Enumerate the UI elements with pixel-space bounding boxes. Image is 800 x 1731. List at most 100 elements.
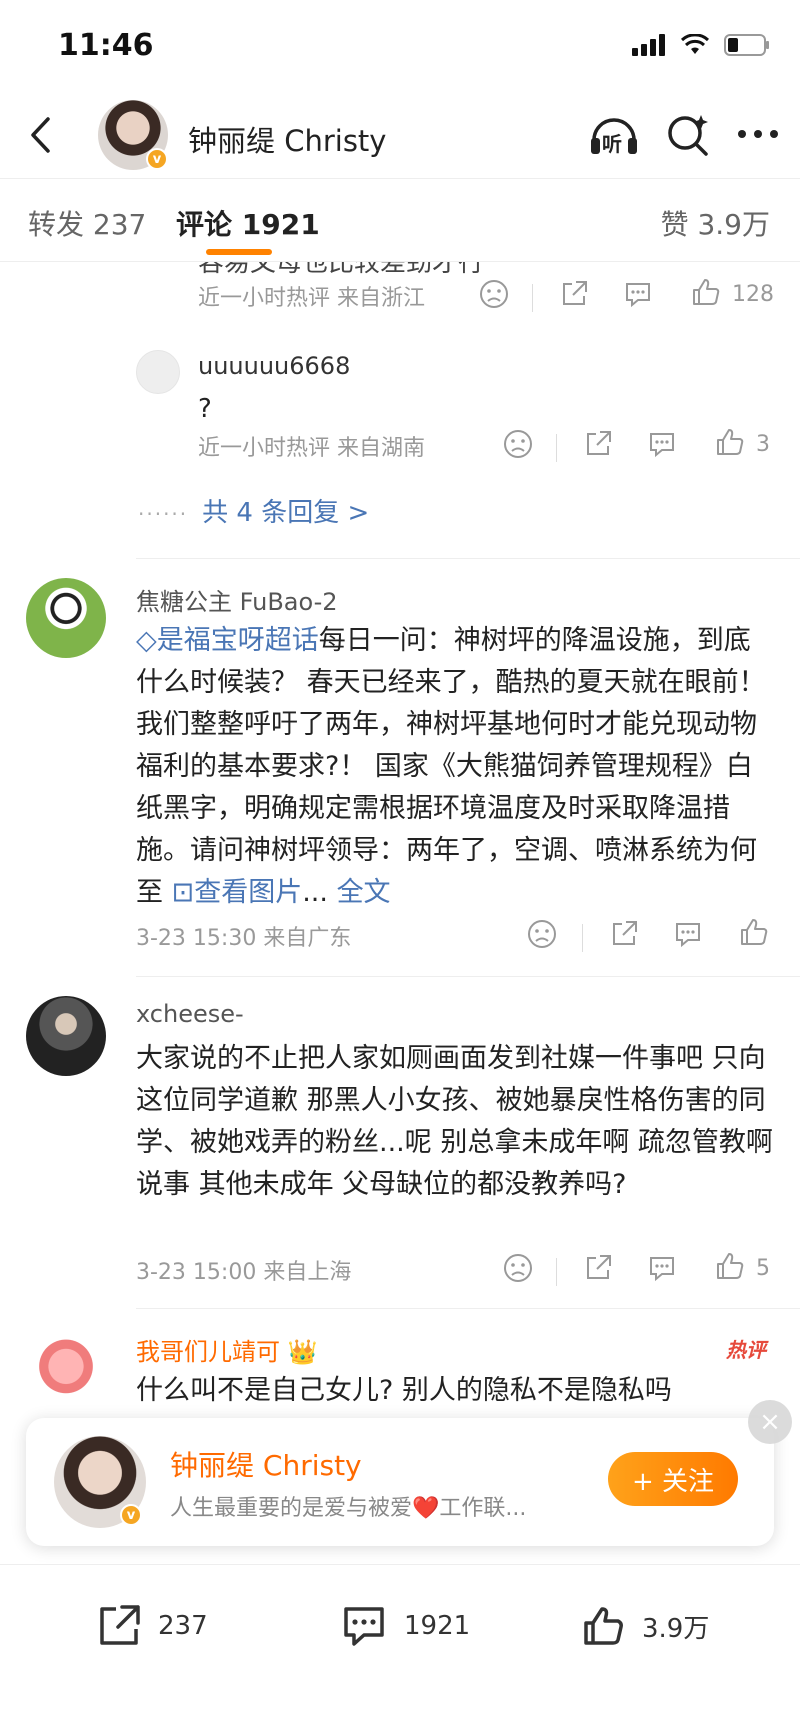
repost-icon [100,1605,140,1645]
ellipsis: ... [302,877,337,908]
like-button[interactable] [714,1250,746,1282]
like-button[interactable]: 3.9万 [580,1603,709,1649]
dislike-button[interactable] [502,428,534,460]
reply-button[interactable] [622,278,654,310]
more-replies-link[interactable]: ······ 共 4 条回复 > [138,492,369,529]
sad-face-icon [504,1254,532,1282]
reply-text: ? [198,394,212,424]
top-nav: v 钟丽缇 Christy 听 [0,96,800,178]
commenter-name[interactable]: 我哥们儿靖可 👑 [136,1332,318,1367]
heart-icon: ❤️ [412,1496,440,1521]
like-button[interactable] [738,916,770,948]
comment-list: 容易父母也比较差劲才行 近一小时热评 来自浙江 128 uuuuuu6668 ?… [0,262,800,1562]
comment-body: 每日一问：神树坪的降温设施，到底什么时候装？ 春天已经来了，酷热的夏天就在眼前！… [136,625,766,908]
comment-meta: 3-23 15:00 来自上海 [136,1250,351,1290]
commenter-name-label: 我哥们儿靖可 [136,1338,280,1366]
diamond-icon: ◇ [136,625,157,656]
sad-face-icon [504,430,532,458]
author-name[interactable]: 钟丽缇 Christy [188,118,386,160]
sad-face-icon [528,920,556,948]
listen-button[interactable]: 听 [588,110,640,158]
divider [136,1308,800,1309]
divider [582,924,583,952]
reply-button[interactable] [646,428,678,460]
full-text-link[interactable]: 全文 [337,877,391,908]
tab-bar: 转发 237 评论 1921 赞 3.9万 [0,178,800,262]
status-icons [632,34,770,56]
like-button[interactable] [690,276,722,308]
search-sparkle-icon[interactable] [666,112,710,156]
reply-button[interactable] [646,1252,678,1284]
thumbs-up-icon [717,1253,744,1279]
share-button[interactable] [558,278,590,310]
bio-text-more: 工作联... [439,1496,527,1521]
tab-comment[interactable]: 评论 1921 [176,203,320,243]
share-button[interactable] [608,918,640,950]
dislike-button[interactable] [526,918,558,950]
comment-button[interactable]: 1921 [340,1603,470,1649]
signal-icon [632,34,665,56]
comment-meta-text: 3-23 15:00 来自上海 [136,1260,352,1285]
follow-card: v 钟丽缇 Christy 人生最重要的是爱与被爱❤️工作联... + 关注 × [26,1400,792,1546]
wifi-icon [680,34,710,54]
tab-like[interactable]: 赞 3.9万 [661,203,770,243]
commenter-avatar[interactable] [26,1328,106,1408]
repost-count: 237 [158,1611,208,1641]
like-count: 3.9万 [642,1613,710,1644]
divider [136,558,800,559]
nav-actions: 听 [588,110,780,158]
divider [556,434,557,462]
view-image-link[interactable]: ⊡查看图片 [172,877,303,908]
tab-repost[interactable]: 转发 237 [28,203,146,243]
commenter-name[interactable]: xcheese- [136,1000,244,1028]
follow-button[interactable]: + 关注 [608,1452,738,1506]
share-button[interactable] [582,1252,614,1284]
comment-icon [626,283,650,308]
sad-face-icon [480,280,508,308]
dislike-button[interactable] [502,1252,534,1284]
repost-button[interactable]: 237 [96,1603,208,1649]
like-button[interactable] [714,426,746,458]
divider [556,1258,557,1286]
comment-meta: 近一小时热评 来自浙江 [198,276,425,316]
status-time: 11:46 [58,28,154,63]
dislike-button[interactable] [478,278,510,310]
like-count: 3 [756,432,770,457]
like-count: 5 [756,1256,770,1281]
more-icon[interactable] [736,128,780,140]
reply-avatar[interactable] [136,350,180,394]
more-replies-label[interactable]: 共 4 条回复 > [202,498,369,528]
comment-icon [344,1607,384,1646]
bio-text: 人生最重要的是爱与被爱 [170,1496,413,1521]
commenter-avatar[interactable] [26,578,106,658]
view-image-label: 查看图片 [194,877,303,908]
verified-badge: v [146,148,168,170]
comment-text: 什么叫不是自己女儿? 别人的隐私不是隐私吗 [136,1375,672,1406]
back-button[interactable] [18,110,62,160]
share-icon [563,281,587,305]
comment-icon [650,1257,674,1282]
divider [532,284,533,312]
comment-icon [650,433,674,458]
battery-icon [724,34,769,56]
commenter-avatar[interactable] [26,996,106,1076]
share-button[interactable] [582,428,614,460]
reply-button[interactable] [672,918,704,950]
follow-card-name[interactable]: 钟丽缇 Christy [170,1444,362,1484]
thumbs-up-icon [584,1607,623,1645]
status-bar: 11:46 [0,0,800,96]
comment-text: 大家说的不止把人家如厕画面发到社媒一件事吧 只向这位同学道歉 那黑人小女孩、被她… [136,1043,773,1200]
comment-icon [676,923,700,948]
more-replies-dots: ······ [138,502,189,526]
hot-comment-badge: 热评 [726,1338,766,1362]
reply-author-name[interactable]: uuuuuu6668 [198,352,350,380]
verified-badge: v [120,1504,142,1526]
share-icon [613,921,637,945]
reply-meta-text: 近一小时热评 来自湖南 [198,436,425,461]
topic-link[interactable]: ◇是福宝呀超话 [136,625,319,656]
commenter-name[interactable]: 焦糖公主 FuBao-2 [136,582,338,617]
listen-label: 听 [602,132,622,156]
comment-text: ◇是福宝呀超话每日一问：神树坪的降温设施，到底什么时候装？ 春天已经来了，酷热的… [136,620,776,914]
thumbs-up-icon [693,279,720,305]
close-button[interactable]: × [748,1400,792,1444]
